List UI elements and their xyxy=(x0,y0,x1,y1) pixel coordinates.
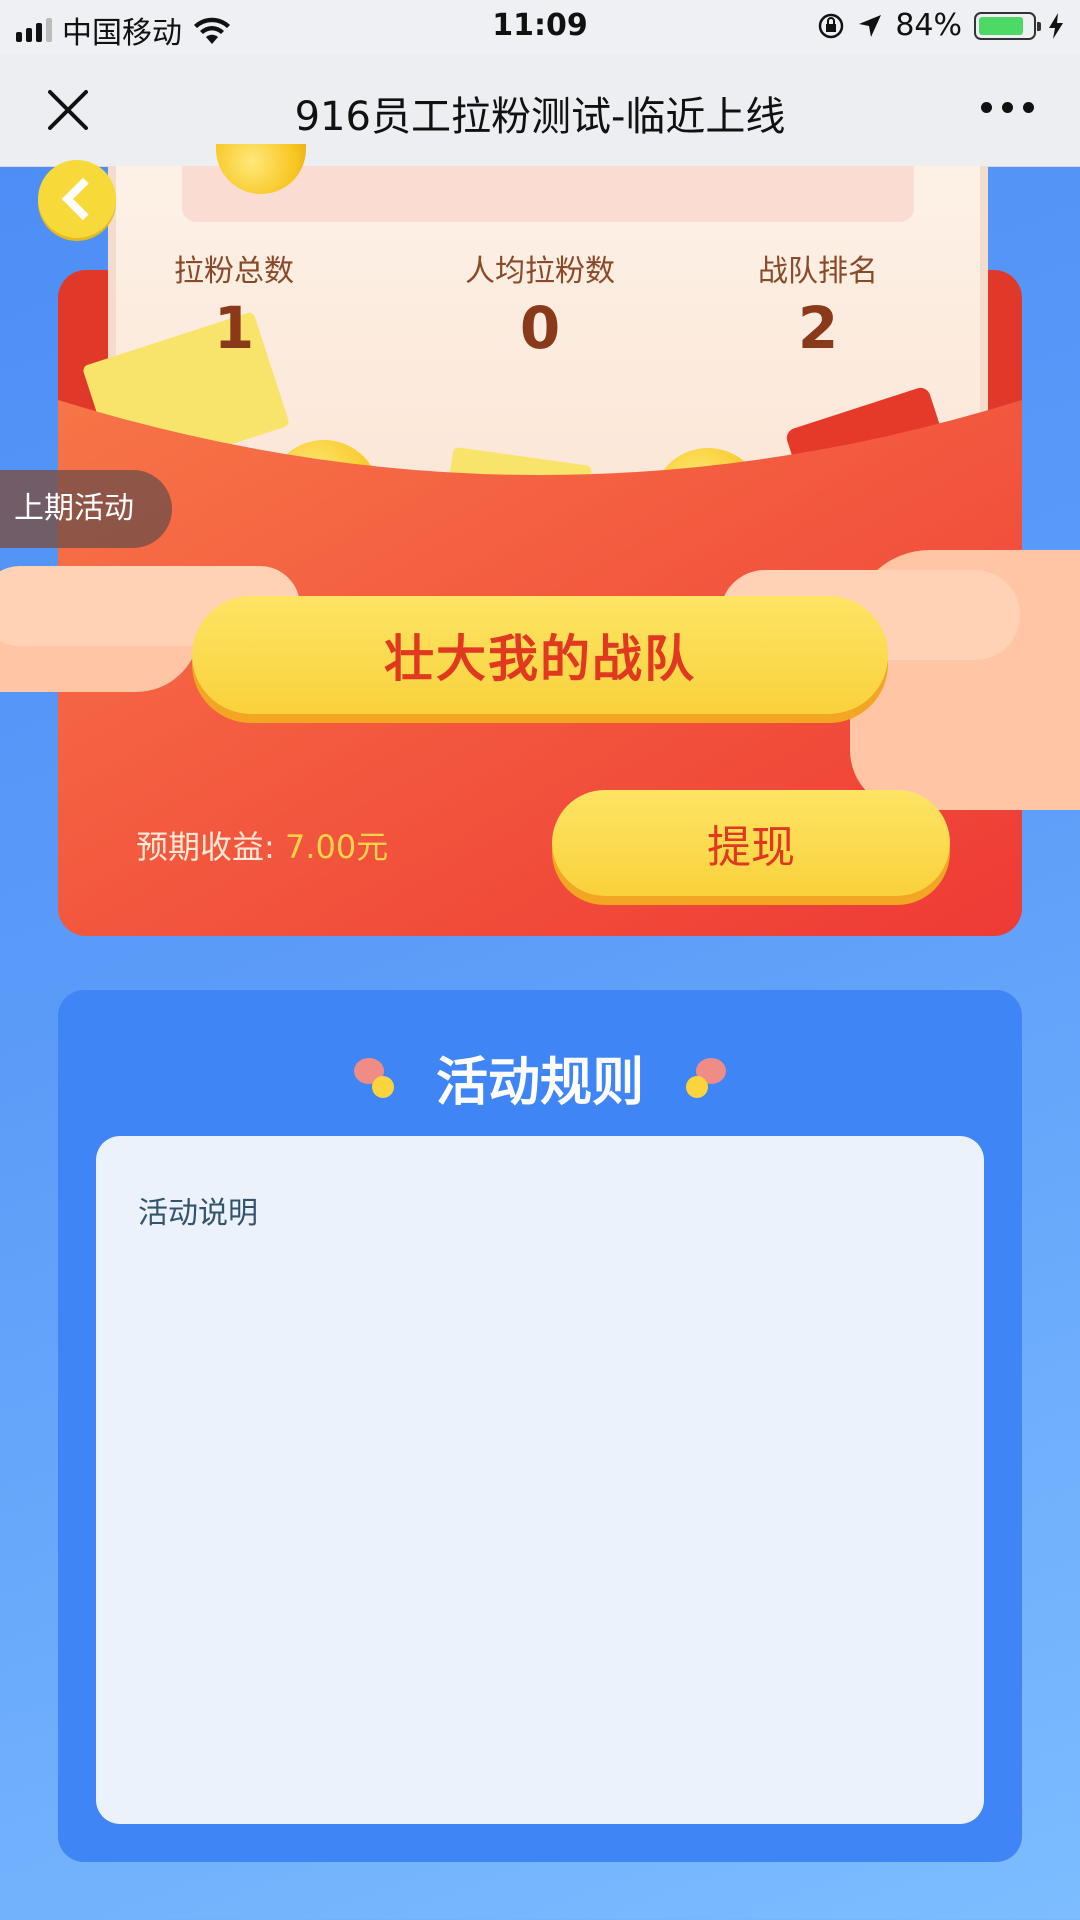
charging-icon xyxy=(1049,12,1063,39)
stat-label: 拉粉总数 xyxy=(174,254,294,289)
stat-value: 1 xyxy=(213,294,255,362)
chevron-left-icon xyxy=(61,177,105,221)
rules-title: 活动规则 xyxy=(435,1053,644,1113)
page-title: 916员工拉粉测试-临近上线 xyxy=(294,94,786,140)
previous-activity-tab[interactable]: 上期活动 xyxy=(0,470,172,548)
nav-bar: 916员工拉粉测试-临近上线 xyxy=(0,54,1080,167)
rules-content: 活动说明 xyxy=(96,1136,984,1824)
earnings-label: 预期收益: xyxy=(136,828,275,866)
battery-percent: 84% xyxy=(895,8,962,43)
grow-team-button[interactable]: 壮大我的战队 xyxy=(192,596,888,714)
status-right: 84% xyxy=(817,8,1064,43)
battery-icon xyxy=(974,11,1041,40)
back-button[interactable] xyxy=(38,160,116,238)
status-bar: 中国移动 11:09 84% xyxy=(0,0,1080,54)
location-icon xyxy=(859,14,882,37)
earnings-amount: 7.00元 xyxy=(284,828,389,866)
decoration-icon xyxy=(686,1058,726,1098)
expected-earnings: 预期收益: 7.00元 xyxy=(136,822,388,868)
stat-value: 0 xyxy=(519,294,561,362)
rules-panel: 活动规则 活动说明 xyxy=(58,990,1022,1862)
battery-fill xyxy=(979,16,1023,35)
rotation-lock-icon xyxy=(819,13,844,38)
stat-rank: 战队排名 2 xyxy=(688,246,948,362)
stat-total: 拉粉总数 1 xyxy=(104,246,364,362)
stat-value: 2 xyxy=(797,294,839,362)
rules-description: 活动说明 xyxy=(138,1196,258,1231)
stat-label: 人均拉粉数 xyxy=(465,254,615,289)
more-icon[interactable] xyxy=(981,102,1034,113)
stat-average: 人均拉粉数 0 xyxy=(410,246,670,362)
withdraw-button[interactable]: 提现 xyxy=(552,790,950,896)
stat-label: 战队排名 xyxy=(758,254,878,289)
